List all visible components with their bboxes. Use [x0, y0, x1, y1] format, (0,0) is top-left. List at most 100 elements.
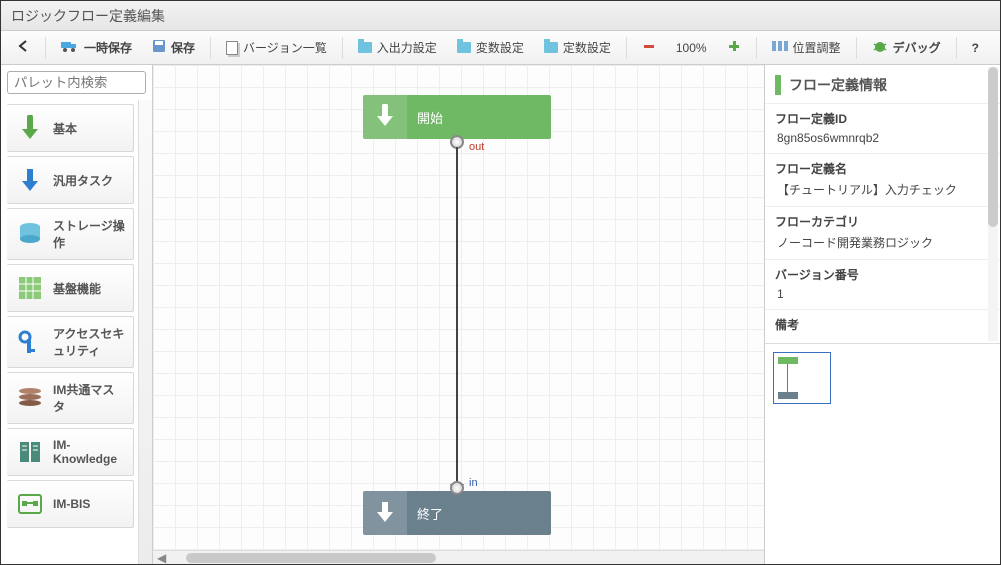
- info-v-scrollbar[interactable]: [988, 67, 998, 341]
- palette-search-input[interactable]: [7, 71, 146, 94]
- flow-id-label: フロー定義ID: [765, 103, 1000, 129]
- help-label: ?: [972, 41, 979, 55]
- minimap-end-node: [778, 392, 798, 399]
- flow-id-value: 8gn85os6wmnrqb2: [765, 129, 1000, 153]
- debug-label: デバッグ: [893, 39, 941, 56]
- separator: [45, 37, 46, 59]
- save-label: 保存: [171, 39, 195, 56]
- canvas-h-scrollbar[interactable]: ◀: [153, 550, 764, 564]
- palette-item-storage[interactable]: ストレージ操作: [7, 208, 134, 260]
- main: 基本 汎用タスク ストレージ操作: [1, 65, 1000, 564]
- note-label: 備考: [765, 309, 1000, 335]
- zoom-label: 100%: [676, 41, 707, 55]
- palette-item-security[interactable]: アクセスセキュリティ: [7, 316, 134, 368]
- arrow-down-icon: [15, 113, 45, 143]
- zoom-value[interactable]: 100%: [667, 36, 716, 60]
- app-header: ロジックフロー定義編集: [1, 1, 1000, 31]
- connection-line[interactable]: [456, 147, 458, 487]
- version-list-button[interactable]: バージョン一覧: [217, 34, 336, 61]
- zoom-out-button[interactable]: [633, 34, 665, 61]
- minimap[interactable]: [773, 352, 831, 404]
- version-label: バージョン番号: [765, 259, 1000, 285]
- minimap-start-node: [778, 357, 798, 364]
- var-settings-label: 変数設定: [476, 39, 524, 56]
- folder-icon: [457, 42, 471, 53]
- separator: [856, 37, 857, 59]
- palette-item-im-knowledge[interactable]: IM-Knowledge: [7, 428, 134, 476]
- palette-scrollbar[interactable]: [138, 100, 152, 564]
- grid-icon: [15, 273, 45, 303]
- folder-icon: [358, 42, 372, 53]
- start-node-label: 開始: [407, 108, 443, 127]
- help-button[interactable]: ?: [963, 36, 988, 60]
- back-button[interactable]: [7, 34, 39, 61]
- align-icon: [772, 39, 788, 56]
- end-node[interactable]: 終了 in: [363, 491, 551, 535]
- palette-item-im-bis[interactable]: IM-BIS: [7, 480, 134, 528]
- flow-category-label: フローカテゴリ: [765, 206, 1000, 232]
- flow-icon: [15, 489, 45, 519]
- separator: [956, 37, 957, 59]
- var-settings-button[interactable]: 変数設定: [448, 34, 533, 61]
- palette-list: 基本 汎用タスク ストレージ操作: [1, 100, 152, 564]
- palette-item-basic[interactable]: 基本: [7, 104, 134, 152]
- save-icon: [152, 39, 166, 56]
- palette-item-base-function[interactable]: 基盤機能: [7, 264, 134, 312]
- zoom-in-button[interactable]: [718, 34, 750, 61]
- palette-item-generic-task[interactable]: 汎用タスク: [7, 156, 134, 204]
- start-node[interactable]: 開始 out: [363, 95, 551, 139]
- palette-item-label: IM-Knowledge: [53, 438, 125, 466]
- in-port[interactable]: [450, 481, 464, 495]
- minimap-section: [765, 343, 1000, 564]
- info-title: フロー定義情報: [789, 75, 887, 95]
- folder-icon: [544, 42, 558, 53]
- minimap-connection: [787, 364, 788, 394]
- plus-icon: [727, 39, 741, 56]
- properties-panel: フロー定義情報 フロー定義ID 8gn85os6wmnrqb2 フロー定義名 【…: [764, 65, 1000, 564]
- save-button[interactable]: 保存: [143, 34, 204, 61]
- separator: [210, 37, 211, 59]
- palette-item-label: アクセスセキュリティ: [53, 325, 125, 359]
- bug-icon: [872, 39, 888, 56]
- separator: [342, 37, 343, 59]
- toolbar: 一時保存 保存 バージョン一覧 入出力設定 変数設定 定数設定 100%: [1, 31, 1000, 65]
- palette-item-label: 汎用タスク: [53, 172, 113, 189]
- flow-name-value: 【チュートリアル】入力チェック: [765, 179, 1000, 206]
- debug-button[interactable]: デバッグ: [863, 34, 950, 61]
- palette-panel: 基本 汎用タスク ストレージ操作: [1, 65, 153, 564]
- palette-item-label: 基盤機能: [53, 280, 101, 297]
- palette-item-label: IM共通マスタ: [53, 381, 125, 415]
- arrow-down-icon: [363, 95, 407, 139]
- flow-name-label: フロー定義名: [765, 153, 1000, 179]
- const-settings-button[interactable]: 定数設定: [535, 34, 620, 61]
- app-title: ロジックフロー定義編集: [11, 6, 165, 26]
- book-icon: [15, 437, 45, 467]
- info-section: フロー定義情報 フロー定義ID 8gn85os6wmnrqb2 フロー定義名 【…: [765, 65, 1000, 343]
- temp-save-label: 一時保存: [84, 39, 132, 56]
- align-button[interactable]: 位置調整: [763, 34, 850, 61]
- scrollbar-thumb[interactable]: [186, 553, 436, 563]
- palette-item-label: IM-BIS: [53, 497, 90, 511]
- flow-category-value: ノーコード開発業務ロジック: [765, 232, 1000, 259]
- end-node-label: 終了: [407, 504, 443, 523]
- key-icon: [15, 327, 45, 357]
- in-port-label: in: [469, 477, 478, 489]
- version-list-label: バージョン一覧: [243, 39, 327, 56]
- io-settings-button[interactable]: 入出力設定: [349, 34, 446, 61]
- temp-save-button[interactable]: 一時保存: [52, 34, 141, 61]
- scrollbar-thumb[interactable]: [988, 67, 998, 227]
- document-icon: [226, 41, 238, 55]
- chevron-left-icon[interactable]: ◀: [153, 551, 170, 565]
- truck-icon: [61, 40, 79, 55]
- separator: [756, 37, 757, 59]
- palette-item-im-master[interactable]: IM共通マスタ: [7, 372, 134, 424]
- palette-item-label: ストレージ操作: [53, 217, 125, 251]
- flow-canvas[interactable]: 開始 out 終了 in ◀: [153, 65, 764, 564]
- stack-icon: [15, 383, 45, 413]
- minus-icon: [642, 39, 656, 56]
- arrow-down-icon: [363, 491, 407, 535]
- database-icon: [15, 219, 45, 249]
- arrow-down-blue-icon: [15, 165, 45, 195]
- const-settings-label: 定数設定: [563, 39, 611, 56]
- separator: [626, 37, 627, 59]
